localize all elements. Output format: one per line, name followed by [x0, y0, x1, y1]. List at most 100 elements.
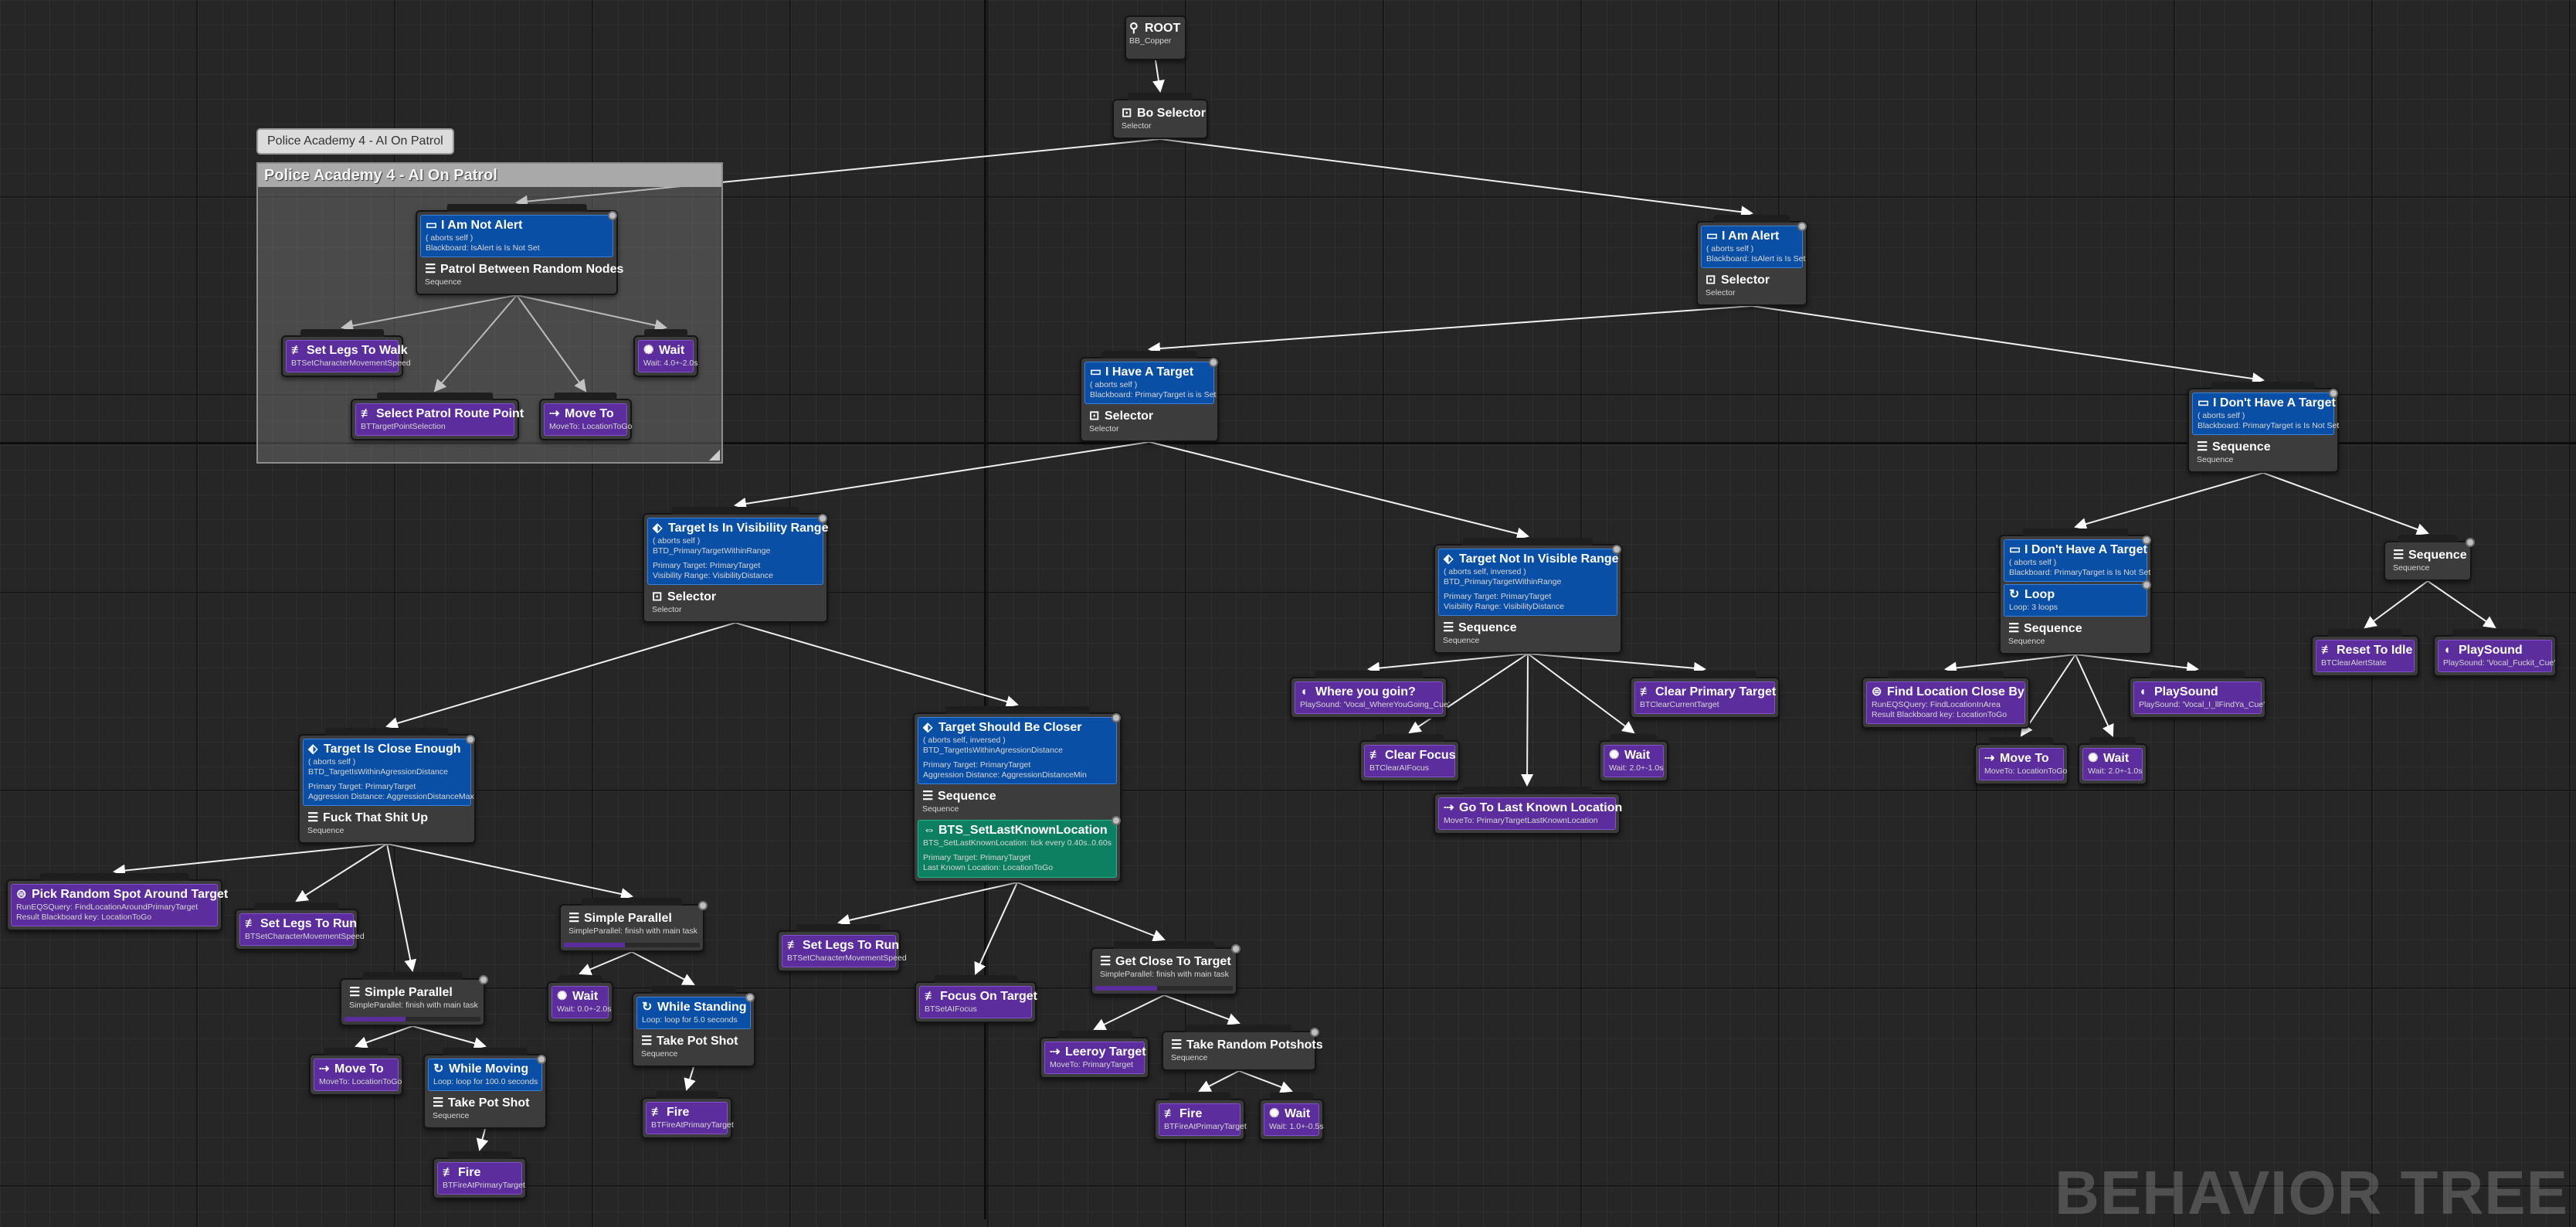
decorator-pin[interactable]: [2142, 580, 2151, 590]
task-fire-3[interactable]: ≢ Fire BTFireAtPrimaryTarget: [1154, 1099, 1247, 1140]
decorator-no-target[interactable]: ▭ I Don't Have A Target ( aborts self ) B…: [2192, 389, 2339, 435]
alert-node[interactable]: ▭ I Am Alert ( aborts self ) Blackboard: …: [1696, 221, 1807, 306]
root-node[interactable]: ⚲ ROOT BB_Copper: [1125, 15, 1186, 60]
task-select-patrol-route[interactable]: ≢ Select Patrol Route Point BTTargetPoint…: [351, 399, 524, 440]
decorator-pin[interactable]: [608, 211, 617, 220]
decorator-have-target[interactable]: ▭ I Have A Target ( aborts self ) Blackbo…: [1084, 358, 1218, 404]
loop-sub: Loop: loop for 100.0 seconds: [433, 1077, 538, 1086]
service-pin[interactable]: [1112, 816, 1121, 825]
loop-decorator[interactable]: ↻ While Moving Loop: loop for 100.0 secon…: [428, 1055, 546, 1091]
service-param: Last Known Location: LocationToGo: [923, 863, 1054, 872]
decorator-pin[interactable]: [745, 993, 755, 1002]
node-pin[interactable]: [479, 975, 488, 984]
task-sub: PlaySound: 'Vocal_I_llFindYa_Cue': [2139, 700, 2265, 709]
decorator-pin[interactable]: [1112, 713, 1121, 722]
decorator-should-be-closer[interactable]: ⬖ Target Should Be Closer ( aborts self, …: [918, 713, 1121, 784]
decorator-title: I Have A Target: [1105, 365, 1194, 379]
task-go-last-known[interactable]: ⇢ Go To Last Known Location MoveTo: Prima…: [1434, 793, 1622, 834]
decorator-not-visible-range[interactable]: ⬖ Target Not In Visible Range ( aborts se…: [1438, 545, 1621, 616]
task-move-to-ndt[interactable]: ⇢ Move To MoveTo: LocationToGo: [1974, 743, 2069, 785]
node-pin[interactable]: [1310, 1028, 1319, 1037]
simple-parallel-2-node[interactable]: ☰ Simple Parallel SimpleParallel: finish …: [340, 975, 488, 1026]
task-wait-sp1[interactable]: ✺ Wait Wait: 0.0+-2.0s: [547, 981, 613, 1023]
decorator-pin[interactable]: [537, 1055, 546, 1064]
task-playsound-fuckit[interactable]: ◖ PlaySound PlaySound: 'Vocal_Fuckit_Cue': [2433, 635, 2557, 677]
decorator-pin[interactable]: [466, 735, 475, 744]
blackboard-icon: ▭: [2009, 543, 2021, 556]
random-potshots-node[interactable]: ☰ Take Random Potshots Sequence: [1162, 1028, 1323, 1071]
not-alert-node[interactable]: ▭ I Am Not Alert ( aborts self ) Blackboa…: [416, 210, 623, 295]
while-moving-node[interactable]: ↻ While Moving Loop: loop for 100.0 secon…: [423, 1054, 547, 1129]
decorator-pin[interactable]: [818, 514, 827, 523]
decorator-in-visibility-range[interactable]: ⬖ Target Is In Visibility Range ( aborts …: [647, 514, 828, 585]
node-title: Take Pot Shot: [657, 1035, 738, 1048]
task-fire-1[interactable]: ≢ Fire BTFireAtPrimaryTarget: [641, 1097, 734, 1139]
wire-should_closer-to-get_close: [1016, 882, 1166, 942]
decorator-close-enough[interactable]: ⬖ Target Is Close Enough ( aborts self ) …: [303, 735, 475, 806]
decorator-param: Primary Target: PrimaryTarget: [923, 760, 1031, 770]
resize-grip-icon[interactable]: [709, 450, 720, 461]
not-visible-range-node[interactable]: ⬖ Target Not In Visible Range ( aborts se…: [1434, 544, 1622, 654]
task-set-legs-run-1[interactable]: ≢ Set Legs To Run BTSetCharacterMovementS…: [235, 909, 365, 950]
task-leeroy-target[interactable]: ⇢ Leeroy Target MoveTo: PrimaryTarget: [1040, 1037, 1149, 1079]
node-pin[interactable]: [698, 901, 708, 910]
task-sub: BTSetCharacterMovementSpeed: [787, 953, 907, 963]
task-find-location[interactable]: ⊜ Find Location Close By RunEQSQuery: Fin…: [1862, 677, 2030, 729]
decorator-pin[interactable]: [2329, 389, 2338, 398]
no-target-node[interactable]: ▭ I Don't Have A Target ( aborts self ) B…: [2187, 388, 2339, 473]
parallel-icon: ☰: [349, 986, 361, 999]
simple-parallel-1-node[interactable]: ☰ Simple Parallel SimpleParallel: finish …: [559, 901, 708, 952]
sequence-icon: ☰: [922, 790, 934, 803]
decorator-pin[interactable]: [1797, 222, 1807, 231]
task-set-legs-walk[interactable]: ≢ Set Legs To Walk BTSetCharacterMovement…: [281, 335, 411, 377]
loop-decorator[interactable]: ↻ While Standing Loop: loop for 5.0 secon…: [636, 993, 755, 1029]
node-type: Sequence: [433, 1111, 470, 1120]
decorator-no-target-2[interactable]: ▭ I Don't Have A Target ( aborts self ) B…: [2004, 535, 2151, 582]
should-be-closer-node[interactable]: ⬖ Target Should Be Closer ( aborts self, …: [913, 712, 1122, 882]
decorator-pin[interactable]: [1209, 358, 1218, 367]
decorator-pin[interactable]: [2142, 535, 2151, 545]
task-move-to-patrol[interactable]: ⇢ Move To MoveTo: LocationToGo: [539, 399, 632, 440]
comment-bubble[interactable]: Police Academy 4 - AI On Patrol: [256, 128, 454, 155]
task-pick-random-spot[interactable]: ⊜ Pick Random Spot Around Target RunEQSQu…: [6, 879, 228, 931]
service-set-last-known-location[interactable]: ⇔ BTS_SetLastKnownLocation BTS_SetLastKno…: [918, 816, 1121, 878]
task-clear-focus[interactable]: ≢ Clear Focus BTClearAIFocus: [1359, 740, 1460, 782]
task-clear-primary-target[interactable]: ≢ Clear Primary Target BTClearCurrentTarg…: [1630, 677, 1780, 719]
task-focus-on-target[interactable]: ≢ Focus On Target BTSetAIFocus: [915, 981, 1037, 1023]
task-playsound-findya[interactable]: ◖ PlaySound PlaySound: 'Vocal_I_llFindYa_…: [2129, 677, 2266, 719]
task-wait-ndt[interactable]: ✺ Wait Wait: 2.0+-1.0s: [2078, 743, 2147, 785]
loop-decorator[interactable]: ↻ Loop Loop: 3 loops: [2004, 580, 2151, 617]
in-visibility-range-node[interactable]: ⬖ Target Is In Visibility Range ( aborts …: [643, 513, 828, 623]
node-type: Selector: [652, 605, 682, 614]
comment-header[interactable]: Police Academy 4 - AI On Patrol: [258, 164, 721, 187]
task-move-to-sp2[interactable]: ⇢ Move To MoveTo: LocationToGo: [309, 1054, 403, 1096]
decorator-param: Primary Target: PrimaryTarget: [653, 561, 761, 570]
bo-selector-node[interactable]: ⊡ Bo Selector Selector: [1112, 99, 1208, 139]
no-target-loop-node[interactable]: ▭ I Don't Have A Target ( aborts self ) B…: [1999, 535, 2152, 654]
task-title: Where you goin?: [1315, 685, 1416, 698]
sequence-right-node[interactable]: ☰ Sequence Sequence: [2384, 538, 2475, 581]
wire-in_vis_range-to-should_closer: [735, 622, 1019, 708]
wire-seq_right-to-playsound_right: [2427, 580, 2496, 629]
task-wait-potshots[interactable]: ✺ Wait Wait: 1.0+-0.5s: [1259, 1099, 1324, 1140]
blackboard-icon: ▭: [2198, 396, 2210, 410]
task-reset-to-idle[interactable]: ≢ Reset To Idle BTClearAlertState: [2311, 635, 2419, 677]
node-pin[interactable]: [1231, 944, 1240, 953]
node-type: Sequence: [1443, 636, 1480, 645]
task-wait-patrol[interactable]: ✺ Wait Wait: 4.0+-2.0s: [633, 335, 698, 377]
decorator-not-alert[interactable]: ▭ I Am Not Alert ( aborts self ) Blackboa…: [420, 211, 617, 257]
have-target-node[interactable]: ▭ I Have A Target ( aborts self ) Blackbo…: [1080, 357, 1219, 442]
decorator-alert[interactable]: ▭ I Am Alert ( aborts self ) Blackboard: …: [1701, 222, 1807, 268]
task-where-you-goin[interactable]: ◖ Where you goin? PlaySound: 'Vocal_Where…: [1290, 677, 1450, 719]
while-standing-node[interactable]: ↻ While Standing Loop: loop for 5.0 secon…: [632, 992, 755, 1067]
sequence-icon: ☰: [425, 263, 436, 276]
node-pin[interactable]: [2466, 538, 2475, 547]
task-wait-nvr[interactable]: ✺ Wait Wait: 2.0+-1.0s: [1599, 740, 1668, 782]
sound-icon: ◖: [2139, 685, 2147, 698]
get-close-node[interactable]: ☰ Get Close To Target SimpleParallel: fin…: [1091, 944, 1240, 995]
decorator-pin[interactable]: [1612, 545, 1621, 554]
task-fire-2[interactable]: ≢ Fire BTFireAtPrimaryTarget: [433, 1157, 527, 1199]
close-enough-node[interactable]: ⬖ Target Is Close Enough ( aborts self ) …: [298, 734, 476, 844]
task-set-legs-run-2[interactable]: ≢ Set Legs To Run BTSetCharacterMovementS…: [777, 930, 907, 972]
decorator-param: Primary Target: PrimaryTarget: [1444, 592, 1552, 601]
